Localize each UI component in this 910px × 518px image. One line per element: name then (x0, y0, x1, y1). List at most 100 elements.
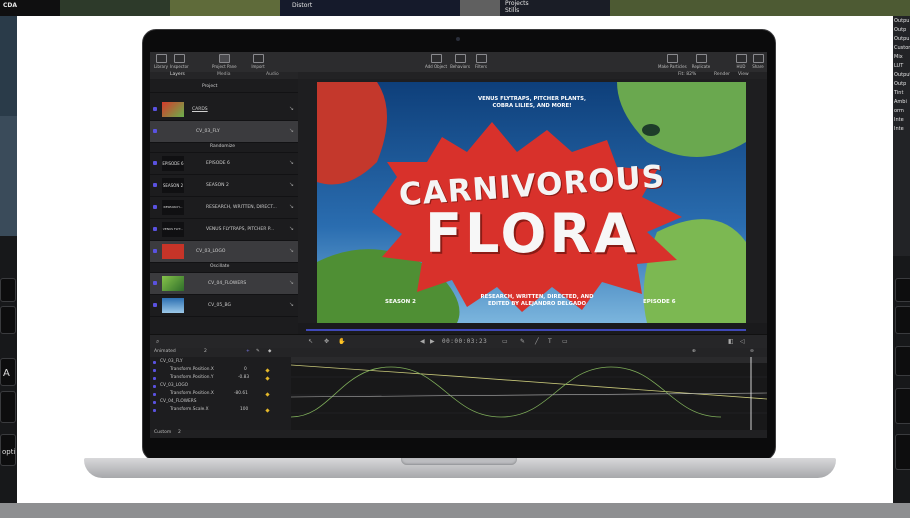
tab-media[interactable]: Media (217, 72, 231, 77)
keyframe-diamond-icon[interactable] (265, 392, 270, 397)
visibility-checkbox[interactable] (153, 281, 157, 285)
audio-icon[interactable]: ◧ (728, 338, 734, 345)
keyframe-tool-icon[interactable]: ◆ (268, 349, 271, 354)
project-pane-button[interactable]: Project Pane (212, 54, 237, 69)
param-row[interactable]: Transform.Position.Y -0.83 (150, 375, 291, 383)
param-value[interactable]: 0 (244, 367, 247, 372)
layer-row[interactable]: VENUS FLYT... VENUS FLYTRAPS, PITCHER P.… (150, 219, 298, 241)
layer-name: CV_04_FLOWERS (208, 281, 247, 286)
viewer-toolbar: Fit: 82% Render View (298, 72, 767, 79)
make-particles-button[interactable]: Make Particles (658, 54, 687, 69)
zoom-fit-menu[interactable]: Fit: 82% (678, 72, 696, 77)
hud-icon (735, 54, 747, 63)
visibility-checkbox[interactable] (153, 303, 157, 307)
paint-tool-icon[interactable]: ╱ (535, 338, 539, 345)
param-row[interactable]: Transform.Scale.X 100 (150, 407, 291, 415)
behaviors-button[interactable]: Behaviors (450, 54, 470, 69)
param-value[interactable]: 100 (240, 407, 248, 412)
visibility-checkbox[interactable] (153, 161, 157, 165)
library-button[interactable]: Library (153, 54, 169, 69)
visibility-checkbox[interactable] (153, 129, 157, 133)
play-forward-icon[interactable]: ▶ (430, 338, 435, 345)
param-checkbox[interactable] (153, 385, 156, 388)
param-value[interactable]: -80.61 (234, 391, 248, 396)
layer-thumbnail (162, 124, 184, 139)
hud-button[interactable]: HUD (735, 54, 747, 69)
layer-row[interactable]: CARDS ↘ (150, 99, 298, 121)
background-right-label: Outp (894, 27, 907, 33)
chevron-icon: ↘ (289, 159, 295, 166)
canvas-viewer[interactable]: VENUS FLYTRAPS, PITCHER PLANTS, COBRA LI… (317, 82, 746, 323)
param-row[interactable]: Transform.Position.X -80.61 (150, 391, 291, 399)
param-name: Transform.Position.X (170, 391, 214, 396)
mini-timeline[interactable] (298, 323, 767, 334)
render-menu[interactable]: Render (714, 72, 730, 77)
curve-graph-svg (290, 357, 767, 432)
layer-row[interactable]: Oscillate (150, 263, 298, 273)
layer-row[interactable]: Project (150, 83, 298, 93)
add-object-icon (430, 54, 442, 63)
param-checkbox[interactable] (153, 393, 156, 396)
layer-row[interactable]: EPISODE 6 EPISODE 6 ↘ (150, 153, 298, 175)
layer-row[interactable]: CV_04_FLOWERS ↘ (150, 273, 298, 295)
visibility-checkbox[interactable] (153, 205, 157, 209)
view-menu[interactable]: View (738, 72, 749, 77)
param-value[interactable]: -0.83 (238, 375, 249, 380)
add-keyframe-icon[interactable]: + (246, 349, 250, 354)
replicate-button[interactable]: Replicate (691, 54, 711, 69)
curves-filter-menu[interactable]: Animated (154, 349, 176, 354)
chevron-icon: ↘ (289, 225, 295, 232)
param-group-row[interactable]: CV_03_FLY (150, 359, 291, 367)
share-button[interactable]: Share (751, 54, 765, 69)
inspector-button[interactable]: Inspector (170, 54, 189, 69)
keyframe-diamond-icon[interactable] (265, 376, 270, 381)
param-row[interactable]: Transform.Position.X 0 (150, 367, 291, 375)
hand-tool-icon[interactable]: ✋ (338, 338, 345, 345)
visibility-checkbox[interactable] (153, 227, 157, 231)
layer-row[interactable]: CV_05_BG ↘ (150, 295, 298, 317)
layer-row[interactable]: CV_03_FLY ↘ (150, 121, 298, 143)
speaker-icon[interactable]: ◁ (740, 338, 745, 345)
param-checkbox[interactable] (153, 409, 156, 412)
param-checkbox[interactable] (153, 401, 156, 404)
visibility-checkbox[interactable] (153, 183, 157, 187)
layer-row[interactable]: CV_03_LOGO ↘ (150, 241, 298, 263)
curve-set-menu[interactable]: Custom (154, 430, 171, 435)
keyframe-curve-graph[interactable] (290, 357, 767, 432)
select-tool-icon[interactable]: ↖ (308, 338, 313, 345)
snap-icon[interactable]: ⊕ (692, 349, 696, 354)
background-right-label: Output (894, 72, 910, 78)
layer-row[interactable]: RESEARCH... RESEARCH, WRITTEN, DIRECT...… (150, 197, 298, 219)
layer-row[interactable]: Randomize (150, 143, 298, 153)
param-checkbox[interactable] (153, 361, 156, 364)
search-icon[interactable]: ⌕ (156, 338, 159, 346)
mask-tool-icon[interactable]: ▭ (562, 338, 568, 345)
poster-credit-line2: EDITED BY ALEJANDRO DELGADO (487, 301, 587, 307)
tab-audio[interactable]: Audio (266, 72, 279, 77)
filters-button[interactable]: Filters (473, 54, 489, 69)
import-button[interactable]: Import (251, 54, 265, 69)
curve-position-x[interactable] (290, 366, 722, 418)
layer-row[interactable]: SEASON 2 SEASON 2 ↘ (150, 175, 298, 197)
pencil-icon[interactable]: ✎ (256, 349, 260, 354)
param-group-name: CV_03_FLY (160, 359, 183, 364)
visibility-checkbox[interactable] (153, 107, 157, 111)
filters-label: Filters (475, 64, 487, 69)
import-icon (252, 54, 264, 63)
pan-tool-icon[interactable]: ✥ (324, 338, 329, 345)
param-checkbox[interactable] (153, 369, 156, 372)
keyframe-diamond-icon[interactable] (265, 368, 270, 373)
text-tool-icon[interactable]: T (548, 338, 552, 345)
add-object-button[interactable]: Add Object (424, 54, 448, 69)
param-checkbox[interactable] (153, 377, 156, 380)
zoom-icon[interactable]: ⊖ (750, 349, 754, 354)
shape-tool-icon[interactable]: ▭ (502, 338, 508, 345)
play-icon[interactable]: ◀ (420, 338, 425, 345)
param-group-row[interactable]: CV_04_FLOWERS (150, 399, 291, 407)
keyframe-diamond-icon[interactable] (265, 408, 270, 413)
param-group-row[interactable]: CV_03_LOGO (150, 383, 291, 391)
hud-label: HUD (736, 64, 746, 69)
pen-tool-icon[interactable]: ✎ (520, 338, 525, 345)
visibility-checkbox[interactable] (153, 249, 157, 253)
tab-layers[interactable]: Layers (170, 72, 185, 77)
